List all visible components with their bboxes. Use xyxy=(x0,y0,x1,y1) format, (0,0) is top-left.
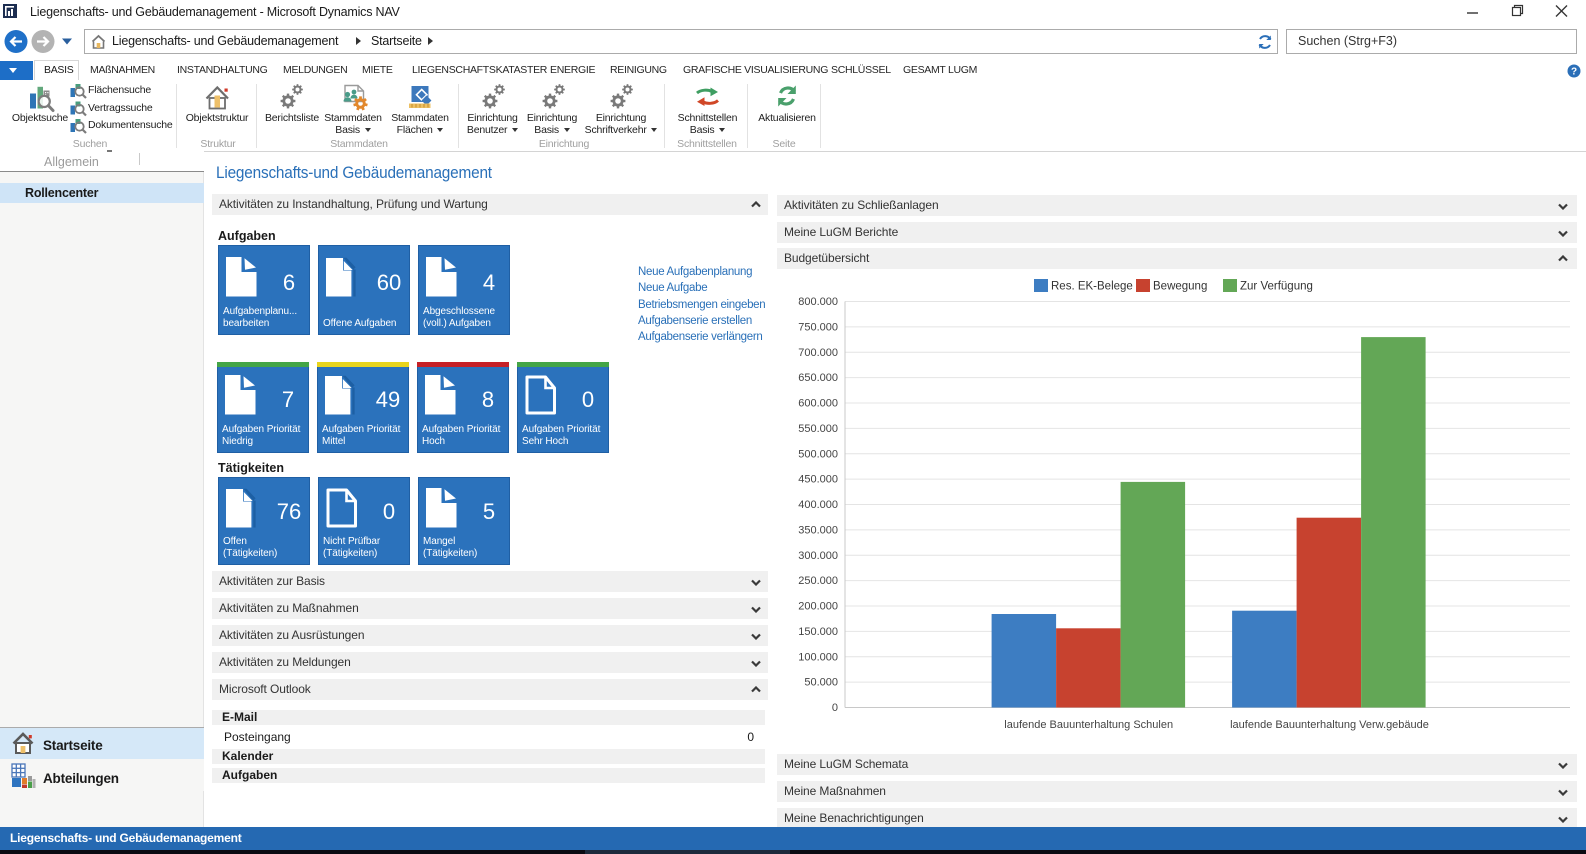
svg-text:750.000: 750.000 xyxy=(798,321,838,333)
svg-text:350.000: 350.000 xyxy=(798,524,838,536)
svg-text:700.000: 700.000 xyxy=(798,347,838,359)
svg-text:?: ? xyxy=(1571,67,1577,78)
svg-text:800.000: 800.000 xyxy=(798,296,838,308)
svg-text:250.000: 250.000 xyxy=(798,575,838,587)
svg-text:150.000: 150.000 xyxy=(798,626,838,638)
svg-text:100.000: 100.000 xyxy=(798,651,838,663)
svg-text:Zur Verfügung: Zur Verfügung xyxy=(1240,281,1313,293)
svg-text:0: 0 xyxy=(832,702,838,714)
svg-text:500.000: 500.000 xyxy=(798,448,838,460)
svg-text:laufende Bauunterhaltung Verw.: laufende Bauunterhaltung Verw.gebäude xyxy=(1230,719,1429,731)
svg-text:650.000: 650.000 xyxy=(798,372,838,384)
svg-text:300.000: 300.000 xyxy=(798,550,838,562)
svg-text:Res. EK-Belege: Res. EK-Belege xyxy=(1051,281,1133,293)
svg-text:laufende Bauunterhaltung Schul: laufende Bauunterhaltung Schulen xyxy=(1004,719,1173,731)
svg-text:Bewegung: Bewegung xyxy=(1153,281,1207,293)
svg-text:550.000: 550.000 xyxy=(798,423,838,435)
svg-text:600.000: 600.000 xyxy=(798,398,838,410)
svg-text:200.000: 200.000 xyxy=(798,601,838,613)
svg-text:50.000: 50.000 xyxy=(804,677,838,689)
svg-text:450.000: 450.000 xyxy=(798,474,838,486)
svg-text:400.000: 400.000 xyxy=(798,499,838,511)
